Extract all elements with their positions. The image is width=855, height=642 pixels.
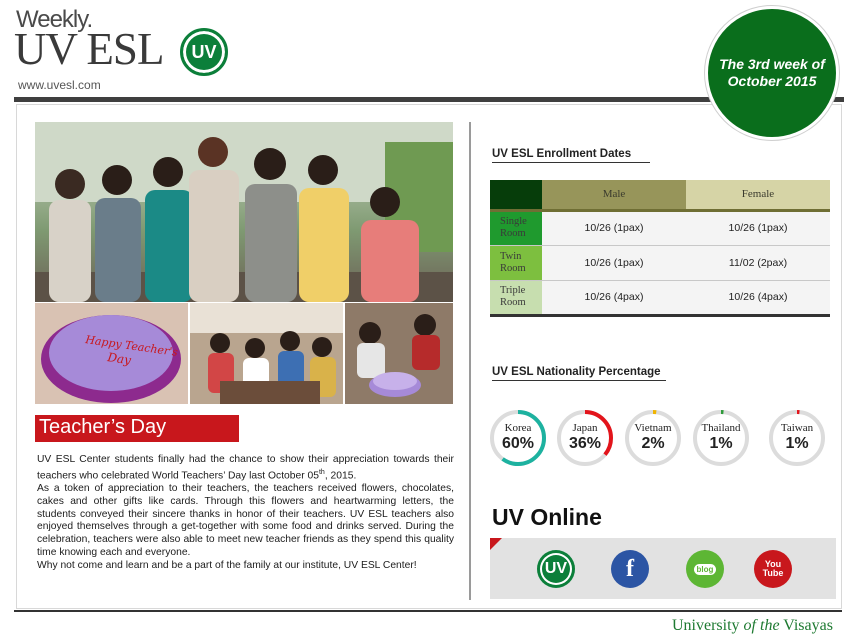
party-illustration [190,303,343,404]
column-header-female: Female [686,180,830,212]
donut-value-vietnam: 2% [641,435,665,452]
footer-university-name: University of the Visayas [672,617,833,635]
nationality-title: UV ESL Nationality Percentage [492,366,666,381]
donut-value-thailand: 1% [709,435,733,452]
male-date-cell: 10/26 (1pax) [542,210,686,246]
group-photo-illustration [35,122,453,302]
donut-label-japan: Japan [572,422,598,434]
article-body: UV ESL Center students finally had the c… [37,454,454,573]
uv-website-icon[interactable]: UV [537,550,575,588]
uv-website-icon-text: UV [544,560,568,577]
female-date-cell: 11/02 (2pax) [686,245,830,281]
donut-label-taiwan: Taiwan [780,422,814,434]
panel-corner-accent [490,538,502,550]
cake-illustration: Happy Teacher's Day [35,303,188,404]
donut-label-thailand: Thailand [701,422,741,434]
week-badge-line1: The 3rd week of [719,55,825,72]
donut-korea: Korea 60% [489,409,547,467]
donut-value-taiwan: 1% [785,435,809,452]
brand-name: UV ESL [14,24,164,74]
female-date-cell: 10/26 (1pax) [686,210,830,246]
group-photo [35,122,453,302]
male-date-cell: 10/26 (1pax) [542,245,686,281]
room-type-cell: Single Room [490,210,542,246]
party-photo [190,303,343,404]
enrollment-title: UV ESL Enrollment Dates [492,148,650,163]
footer-text-1: University [672,617,744,634]
blog-icon[interactable]: blog [686,550,724,588]
youtube-icon-text-2: Tube [762,568,784,578]
enrollment-corner-cell [490,180,542,212]
article-paragraph-3: Why not come and learn and be a part of … [37,559,417,571]
donut-value-japan: 36% [568,435,602,452]
donut-taiwan: Taiwan 1% [768,409,826,467]
footer-text-2: of the [743,617,780,634]
enrollment-header-row: Male Female [490,180,830,212]
uv-logo-text: UV [191,41,217,62]
column-divider [469,122,471,600]
footer-text-3: Visayas [779,617,833,634]
facebook-icon-text: f [626,555,634,582]
article-title: Teacher’s Day [35,415,239,442]
youtube-icon[interactable]: You Tube [754,550,792,588]
donut-label-korea: Korea [504,422,532,434]
donut-thailand: Thailand 1% [692,409,750,467]
table-row: Twin Room 10/26 (1pax) 11/02 (2pax) [490,245,830,281]
donut-label-vietnam: Vietnam [634,422,672,434]
blog-icon-text: blog [693,563,717,575]
food-photo [345,303,453,404]
facebook-icon[interactable]: f [611,550,649,588]
column-header-male: Male [542,180,686,212]
donut-vietnam: Vietnam 2% [624,409,682,467]
week-badge: The 3rd week of October 2015 [705,6,839,140]
uv-online-title: UV Online [492,504,602,530]
article-paragraph-1-text: UV ESL Center students finally had the c… [37,454,454,482]
week-badge-line2: October 2015 [727,73,817,89]
food-illustration [345,303,453,404]
donut-value-korea: 60% [501,435,535,452]
table-row: Triple Room 10/26 (4pax) 10/26 (4pax) [490,280,830,317]
donut-japan: Japan 36% [556,409,614,467]
room-type-cell: Twin Room [490,245,542,281]
site-url[interactable]: www.uvesl.com [18,78,101,92]
table-row: Single Room 10/26 (1pax) 10/26 (1pax) [490,210,830,246]
enrollment-table: Male Female Single Room 10/26 (1pax) 10/… [490,180,830,317]
article-paragraph-1: UV ESL Center students finally had the c… [37,454,454,483]
uv-logo: UV [180,28,228,76]
footer-divider [14,610,842,612]
room-type-cell: Triple Room [490,280,542,317]
cake-photo: Happy Teacher's Day [35,303,188,404]
article-paragraph-1-end: , 2015. [324,470,357,482]
male-date-cell: 10/26 (4pax) [542,280,686,317]
female-date-cell: 10/26 (4pax) [686,280,830,317]
article-paragraph-2: As a token of appreciation to their teac… [37,483,454,558]
